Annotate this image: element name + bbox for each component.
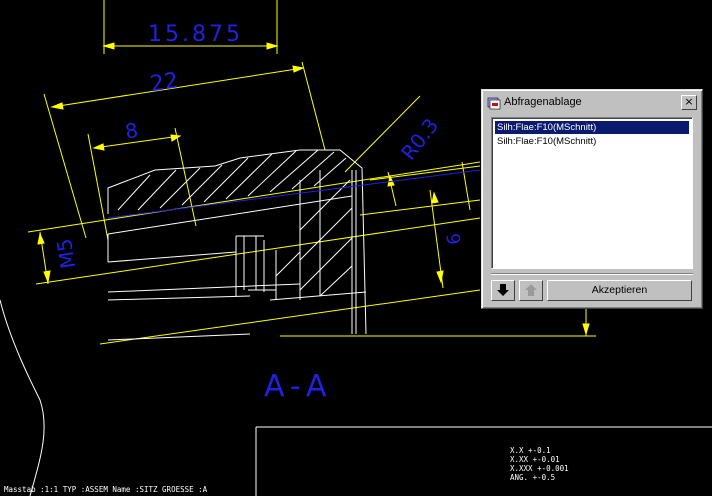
arrow-down-icon [497, 284, 509, 296]
tolerance-line-4: ANG. +-0.5 [510, 473, 555, 482]
app-icon [487, 95, 501, 110]
dimension-height-text: 6 [443, 232, 466, 247]
move-down-button[interactable] [491, 280, 515, 301]
dimension-thread [27, 161, 481, 285]
title-block [255, 426, 712, 496]
move-up-button[interactable] [519, 280, 543, 301]
left-contour [0, 299, 45, 496]
dimension-overall-text: 22 [148, 68, 180, 97]
accept-button[interactable]: Akzeptieren [547, 280, 692, 301]
section-label: A-A [264, 369, 333, 404]
query-list[interactable]: Silh:Flae:F10(MSchnitt) Silh:Flae:F10(MS… [491, 117, 693, 269]
axis-line [107, 169, 481, 219]
dialog-titlebar[interactable]: Abfragenablage × [485, 93, 699, 111]
dimension-inner-text: 8 [123, 118, 139, 144]
list-item[interactable]: Silh:Flae:F10(MSchnitt) [495, 121, 689, 134]
title-block-footer: Masstab :1:1 TYP :ASSEM Name :SITZ GROES… [4, 485, 208, 494]
arrow-up-icon [525, 284, 537, 296]
dialog-title: Abfragenablage [504, 96, 582, 108]
section-hatching [117, 149, 353, 297]
tolerance-line-2: X.XX +-0.01 [510, 455, 560, 464]
dimension-overall [43, 61, 326, 239]
close-button[interactable]: × [681, 95, 697, 110]
dimension-height [359, 161, 481, 289]
tolerance-line-1: X.X +-0.1 [510, 446, 551, 455]
list-item[interactable]: Silh:Flae:F10(MSchnitt) [495, 135, 596, 148]
query-dialog: Abfragenablage × Silh:Flae:F10(MSchnitt)… [481, 89, 703, 309]
dialog-separator [491, 273, 693, 275]
dimension-top-text: 15.875 [148, 22, 243, 47]
dimension-radius-text: R0.3 [396, 114, 443, 165]
tolerance-line-3: X.XXX +-0.001 [510, 464, 569, 473]
dimension-thread-text: M5 [52, 237, 80, 270]
